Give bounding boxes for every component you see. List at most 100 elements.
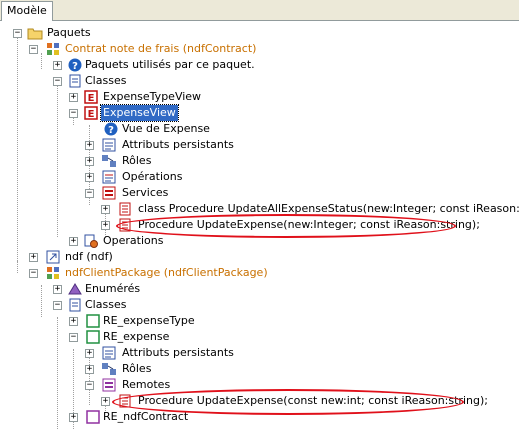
expand-toggle[interactable]: + — [69, 413, 78, 422]
node-label: Operations — [103, 234, 164, 247]
procedure-icon — [119, 218, 131, 232]
entity-icon: E — [84, 106, 98, 120]
tree-node-ndf-client-package[interactable]: − ndfClientPackage (ndfClientPackage) — [0, 265, 519, 281]
collapse-toggle[interactable]: − — [53, 301, 62, 310]
expand-toggle[interactable]: + — [101, 221, 110, 230]
node-label: Classes — [85, 74, 127, 87]
operations-icon — [102, 170, 116, 184]
tree-node-operations[interactable]: + Operations — [0, 233, 519, 249]
entity-icon: E — [84, 90, 98, 104]
node-label: class Procedure UpdateAllExpenseStatus(n… — [138, 202, 519, 215]
node-label: Contrat note de frais (ndfContract) — [65, 42, 257, 55]
roles-icon — [102, 155, 116, 167]
tree-node-attributs-persistants[interactable]: + Attributs persistants — [0, 137, 519, 153]
remote-entity-icon — [86, 330, 100, 344]
tree-node-expense-view[interactable]: − E ExpenseView — [0, 104, 519, 122]
expand-toggle[interactable]: + — [53, 285, 62, 294]
classes-icon — [69, 74, 81, 88]
tree-node-paquets-utilises[interactable]: + ? Paquets utilisés par ce paquet. — [0, 57, 519, 73]
node-label: Enumérés — [85, 282, 141, 295]
tab-modele[interactable]: Modèle — [1, 1, 53, 21]
node-label: Opérations — [122, 170, 183, 183]
package-link-icon — [46, 250, 60, 264]
svg-text:?: ? — [108, 125, 114, 136]
node-label: ndf (ndf) — [65, 250, 113, 263]
tree-node-contrat-note-de-frais[interactable]: − Contrat note de frais (ndfContract) — [0, 41, 519, 57]
tree-node-attributs-persistants-client[interactable]: + Attributs persistants — [0, 345, 519, 361]
attributes-icon — [102, 138, 116, 152]
node-label: ExpenseView — [100, 104, 179, 122]
node-label: ExpenseTypeView — [103, 90, 202, 103]
tree-node-re-ndf-contract[interactable]: + RE_ndfContract — [0, 409, 519, 425]
package-icon — [47, 267, 59, 279]
tree-node-classes[interactable]: − Classes — [0, 73, 519, 89]
tree-node-expense-type-view[interactable]: + E ExpenseTypeView — [0, 89, 519, 105]
svg-text:?: ? — [72, 61, 78, 72]
model-tree: − Paquets − Contrat note de frais (ndfCo… — [0, 21, 519, 441]
expand-toggle[interactable]: + — [85, 173, 94, 182]
svg-text:E: E — [88, 109, 95, 120]
expand-toggle[interactable]: + — [101, 397, 110, 406]
remote-entity-icon — [86, 410, 100, 424]
node-label: RE_ndfContract — [103, 410, 189, 423]
attributes-icon — [102, 346, 116, 360]
folder-icon — [27, 28, 43, 40]
tree-node-services[interactable]: − Services — [0, 185, 519, 201]
tree-node-paquets[interactable]: − Paquets — [0, 25, 519, 41]
node-label: Procedure UpdateExpense(const new:int; c… — [138, 394, 488, 407]
collapse-toggle[interactable]: − — [85, 189, 94, 198]
enumeration-icon — [68, 283, 82, 295]
collapse-toggle[interactable]: − — [13, 29, 22, 38]
roles-icon — [102, 363, 116, 375]
collapse-toggle[interactable]: − — [85, 381, 94, 390]
expand-toggle[interactable]: + — [69, 317, 78, 326]
tree-node-operations-fr[interactable]: + Opérations — [0, 169, 519, 185]
expand-toggle[interactable]: + — [101, 205, 110, 214]
tree-node-classes-client[interactable]: − Classes — [0, 297, 519, 313]
expand-toggle[interactable]: + — [29, 253, 38, 262]
expand-toggle[interactable]: + — [53, 61, 62, 70]
node-label: Paquets — [47, 26, 91, 39]
tree-node-vue-de-expense[interactable]: ? Vue de Expense — [0, 121, 519, 137]
node-label: Services — [122, 186, 169, 199]
collapse-toggle[interactable]: − — [53, 77, 62, 86]
tree-node-ndf[interactable]: + ndf (ndf) — [0, 249, 519, 265]
node-label: Vue de Expense — [122, 122, 210, 135]
node-label: Rôles — [122, 154, 152, 167]
operations-gear-icon — [84, 234, 98, 248]
tree-node-re-expense[interactable]: − RE_expense — [0, 329, 519, 345]
tree-node-enumeres[interactable]: + Enumérés — [0, 281, 519, 297]
expand-toggle[interactable]: + — [69, 237, 78, 246]
collapse-toggle[interactable]: − — [29, 269, 38, 278]
node-label: RE_expenseType — [103, 314, 195, 327]
expand-toggle[interactable]: + — [85, 365, 94, 374]
node-label: Procedure UpdateExpense(new:Integer; con… — [138, 218, 480, 231]
tree-node-roles-client[interactable]: + Rôles — [0, 361, 519, 377]
collapse-toggle[interactable]: − — [69, 333, 78, 342]
tab-bar: Modèle — [0, 0, 519, 21]
collapse-toggle[interactable]: − — [69, 109, 78, 118]
tree-node-update-expense-client[interactable]: + Procedure UpdateExpense(const new:int;… — [0, 393, 519, 409]
procedure-icon — [119, 394, 131, 408]
expand-toggle[interactable]: + — [85, 141, 94, 150]
node-label: RE_expense — [103, 330, 170, 343]
expand-toggle[interactable]: + — [85, 157, 94, 166]
collapse-toggle[interactable]: − — [29, 45, 38, 54]
remotes-icon — [102, 378, 116, 392]
node-label: ndfClientPackage (ndfClientPackage) — [65, 266, 268, 279]
expand-toggle[interactable]: + — [69, 93, 78, 102]
tree-node-update-all-expense-status[interactable]: + class Procedure UpdateAllExpenseStatus… — [0, 201, 519, 217]
tree-node-update-expense-contract[interactable]: + Procedure UpdateExpense(new:Integer; c… — [0, 217, 519, 233]
node-label: Attributs persistants — [122, 138, 234, 151]
remote-entity-icon — [86, 314, 100, 328]
node-label: Remotes — [122, 378, 171, 391]
help-icon: ? — [104, 122, 118, 136]
package-icon — [47, 43, 59, 55]
expand-toggle[interactable]: + — [85, 349, 94, 358]
procedure-icon — [119, 202, 131, 216]
tree-node-roles[interactable]: + Rôles — [0, 153, 519, 169]
tree-node-re-expense-type[interactable]: + RE_expenseType — [0, 313, 519, 329]
tree-node-remotes[interactable]: − Remotes — [0, 377, 519, 393]
node-label: Classes — [85, 298, 127, 311]
svg-text:E: E — [88, 93, 95, 104]
